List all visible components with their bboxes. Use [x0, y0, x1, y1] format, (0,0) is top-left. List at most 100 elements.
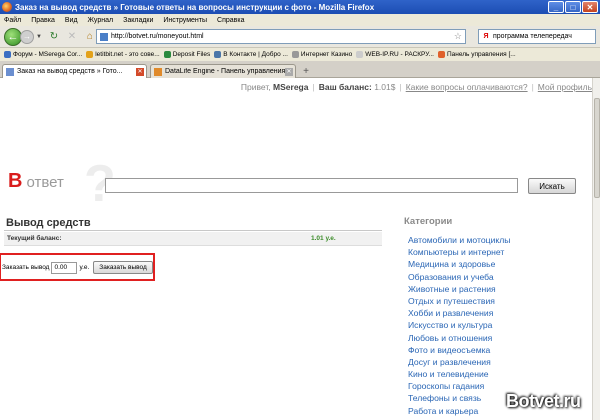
tab-favicon-icon [154, 67, 162, 76]
category-link[interactable]: Компьютеры и интернет [408, 246, 510, 258]
section-title: Вывод средств [6, 217, 91, 229]
bookmark-favicon-icon [291, 51, 299, 58]
page-scrollbar[interactable] [592, 78, 600, 420]
tab-label: DataLife Engine - Панель управления [165, 68, 285, 75]
bookmark-label: letitbit.net - это сове... [95, 51, 160, 58]
window-controls: _ □ ✕ [548, 1, 598, 13]
menu-file[interactable]: Файл [4, 17, 21, 24]
menu-bookmarks[interactable]: Закладки [123, 17, 153, 24]
bookmark-item[interactable]: Интернет Казино [291, 51, 352, 58]
category-link[interactable]: Гороскопы гадания [408, 380, 510, 392]
divider: | [312, 82, 315, 92]
logo-letter: В [8, 170, 23, 192]
maximize-button[interactable]: □ [565, 1, 581, 13]
category-link[interactable]: Искусство и культура [408, 319, 510, 331]
category-link[interactable]: Автомобили и мотоциклы [408, 234, 510, 246]
new-tab-icon[interactable]: + [300, 66, 312, 77]
category-link[interactable]: Животные и растения [408, 283, 510, 295]
menu-tools[interactable]: Инструменты [163, 17, 207, 24]
close-tab-icon[interactable]: ✕ [136, 67, 144, 76]
bookmark-star-icon[interactable]: ☆ [454, 31, 462, 42]
divider: | [531, 82, 534, 92]
scrollbar-thumb[interactable] [594, 98, 600, 198]
stop-icon[interactable]: ✕ [65, 30, 79, 44]
category-link[interactable]: Работа и карьера [408, 405, 510, 417]
bookmark-label: В Контакте | Добро ... [223, 51, 288, 58]
withdraw-form: Заказать вывод 0.00 у.е. Заказать вывод [2, 261, 153, 274]
withdraw-submit-button[interactable]: Заказать вывод [93, 261, 153, 274]
minimize-button[interactable]: _ [548, 1, 564, 13]
bookmark-item[interactable]: Форум - MSerega Cor... [4, 51, 82, 58]
divider: | [399, 82, 402, 92]
categories-title: Категории [404, 216, 453, 227]
site-favicon-icon [100, 32, 108, 41]
bookmark-item[interactable]: WEB-IP.RU - РАСКРУ... [356, 51, 434, 58]
site-search-input[interactable] [105, 178, 518, 193]
menu-help[interactable]: Справка [217, 17, 244, 24]
browser-search-box[interactable]: Я программа телепередач [478, 29, 596, 44]
url-text[interactable]: http://botvet.ru/moneyout.html [111, 33, 454, 40]
bookmark-label: Форум - MSerega Cor... [13, 51, 83, 58]
menu-edit[interactable]: Правка [31, 17, 55, 24]
categories-list: Автомобили и мотоциклы Компьютеры и интер… [408, 234, 510, 417]
withdraw-unit: у.е. [79, 264, 90, 271]
category-link[interactable]: Отдых и путешествия [408, 295, 510, 307]
bookmark-favicon-icon [214, 51, 222, 58]
home-icon[interactable]: ⌂ [83, 30, 97, 44]
my-profile-link[interactable]: Мой профиль [538, 82, 592, 92]
user-bar: Привет, MSerega | Ваш баланс: 1.01$ | Ка… [241, 82, 592, 92]
current-balance-label: Текущий баланс: [7, 235, 62, 242]
bookmarks-toolbar: Форум - MSerega Cor... letitbit.net - это… [0, 48, 600, 61]
tab-datalife[interactable]: DataLife Engine - Панель управления ✕ [150, 64, 296, 78]
category-link[interactable]: Хобби и развлечения [408, 307, 510, 319]
menu-bar: Файл Правка Вид Журнал Закладки Инструме… [0, 14, 600, 26]
bookmark-favicon-icon [356, 51, 364, 58]
forward-button[interactable]: → [20, 29, 34, 44]
close-tab-icon[interactable]: ✕ [285, 67, 293, 76]
firefox-icon [2, 2, 12, 12]
menu-view[interactable]: Вид [65, 17, 78, 24]
watermark: Botvet.ru [506, 391, 581, 411]
greeting-text: Привет, MSerega [240, 82, 309, 92]
bookmark-favicon-icon [4, 51, 11, 58]
site-logo[interactable]: ? В ответ [8, 155, 116, 213]
bookmark-favicon-icon [86, 51, 94, 58]
bookmark-item[interactable]: Панель управления [... [437, 51, 516, 58]
paid-questions-link[interactable]: Какие вопросы оплачиваются? [406, 82, 528, 92]
window-titlebar: Заказ на вывод средств » Готовые ответы … [0, 0, 600, 14]
address-bar[interactable]: http://botvet.ru/moneyout.html ☆ [96, 29, 466, 44]
category-link[interactable]: Фото и видеосъемка [408, 344, 510, 356]
bookmark-label: WEB-IP.RU - РАСКРУ... [365, 51, 434, 58]
reload-icon[interactable]: ↻ [47, 30, 61, 44]
yandex-icon[interactable]: Я [479, 30, 493, 43]
navigation-toolbar: ← → ▼ ↻ ✕ ⌂ http://botvet.ru/moneyout.ht… [0, 26, 600, 48]
category-link[interactable]: Образования и учеба [408, 271, 510, 283]
divider [4, 230, 382, 231]
close-window-button[interactable]: ✕ [582, 1, 598, 13]
username: MSerega [273, 82, 309, 92]
category-link[interactable]: Телефоны и связь [408, 392, 510, 404]
category-link[interactable]: Досуг и развлечения [408, 356, 510, 368]
balance-text: Ваш баланс: 1.01$ [318, 82, 396, 92]
bookmark-item[interactable]: Deposit Files [163, 51, 211, 58]
history-dropdown-icon[interactable]: ▼ [36, 34, 42, 40]
bookmark-favicon-icon [437, 51, 445, 58]
bookmark-item[interactable]: letitbit.net - это сове... [86, 51, 160, 58]
logo-word: ответ [26, 174, 64, 191]
site-search-button[interactable]: Искать [528, 178, 576, 194]
search-query-text[interactable]: программа телепередач [493, 33, 572, 40]
withdraw-amount-input[interactable]: 0.00 [51, 261, 78, 274]
bookmark-label: Deposit Files [172, 51, 211, 58]
tab-label: Заказ на вывод средств » Гото... [17, 68, 123, 75]
menu-history[interactable]: Журнал [88, 17, 114, 24]
category-link[interactable]: Любовь и отношения [408, 332, 510, 344]
current-balance-row: Текущий баланс: 1.01 у.е. [4, 232, 382, 246]
bookmark-label: Панель управления [... [446, 51, 516, 58]
web-page: Привет, MSerega | Ваш баланс: 1.01$ | Ка… [0, 78, 592, 420]
tab-withdraw[interactable]: Заказ на вывод средств » Гото... ✕ [2, 64, 147, 78]
category-link[interactable]: Медицина и здоровье [408, 258, 510, 270]
window-title: Заказ на вывод средств » Готовые ответы … [15, 2, 375, 12]
tab-strip: Заказ на вывод средств » Гото... ✕ DataL… [0, 61, 600, 78]
bookmark-item[interactable]: В Контакте | Добро ... [214, 51, 288, 58]
category-link[interactable]: Кино и телевидение [408, 368, 510, 380]
